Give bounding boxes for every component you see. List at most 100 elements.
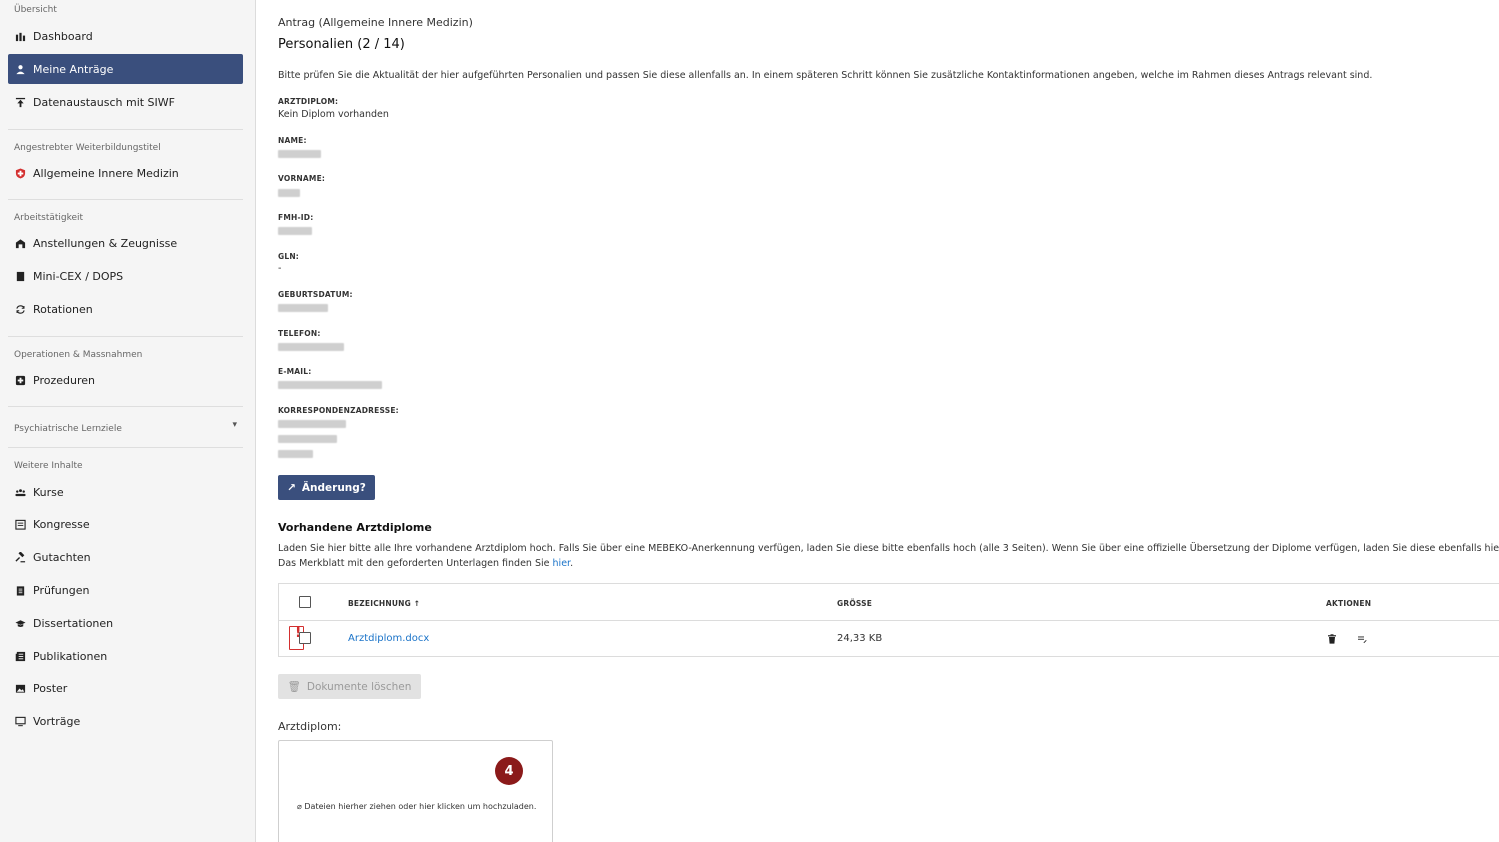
delete-documents-button[interactable]: 🗑 Dokumente löschen xyxy=(278,674,421,699)
sidebar-item-label: Poster xyxy=(33,681,68,695)
label-gln: GLN: xyxy=(278,252,300,261)
divider xyxy=(8,336,243,337)
section-label-overview: Übersicht xyxy=(14,5,57,15)
delete-documents-label: Dokumente löschen xyxy=(306,680,412,693)
sidebar-item-dissertationen[interactable]: Dissertationen xyxy=(8,608,243,638)
sidebar-item-anstellungen[interactable]: Anstellungen & Zeugnisse xyxy=(8,228,243,258)
file-size: 24,33 KB xyxy=(837,633,883,644)
redacted-vorname xyxy=(278,189,300,197)
merkblatt-link[interactable]: hier xyxy=(553,558,571,569)
edit-list-icon[interactable] xyxy=(1355,632,1369,646)
divider xyxy=(8,129,243,130)
sidebar-item-meine-antraege[interactable]: Meine Anträge xyxy=(8,54,243,84)
upload-icon xyxy=(14,96,26,108)
sidebar-item-publikationen[interactable]: Publikationen xyxy=(8,641,243,671)
label-fmh-id: FMH-ID: xyxy=(278,213,314,222)
file-dropzone[interactable]: 4 ⌀ Dateien hierher ziehen oder hier kli… xyxy=(278,740,553,842)
step-badge: 4 xyxy=(495,757,523,785)
sidebar-item-kongresse[interactable]: Kongresse xyxy=(8,509,243,539)
section-label-title: Angestrebter Weiterbildungstitel xyxy=(14,143,161,153)
sidebar-item-rotationen[interactable]: Rotationen xyxy=(8,294,243,324)
label-korrespondenzadresse: KORRESPONDENZADRESSE: xyxy=(278,406,399,415)
sidebar-item-prozeduren[interactable]: Prozeduren xyxy=(8,365,243,395)
sidebar-item-label: Vorträge xyxy=(33,714,81,728)
label-email: E-MAIL: xyxy=(278,367,312,376)
page-title: Personalien (2 / 14) xyxy=(278,37,405,52)
redacted-geburtsdatum xyxy=(278,304,328,312)
gavel-icon xyxy=(14,551,26,563)
bar-chart-icon xyxy=(14,30,26,42)
redacted-address-line xyxy=(278,420,346,428)
diplomas-text-2: Das Merkblatt mit den geforderten Unterl… xyxy=(278,558,574,569)
user-file-icon xyxy=(14,63,26,75)
diplomas-table: BEZEICHNUNG ↑ GRÖSSE AKTIONEN ! Arztdipl… xyxy=(278,583,1499,657)
newspaper-icon xyxy=(14,650,26,662)
col-header-groesse: GRÖSSE xyxy=(837,599,873,608)
sidebar-item-vortraege[interactable]: Vorträge xyxy=(8,706,243,736)
diplomas-title: Vorhandene Arztdiplome xyxy=(278,521,432,534)
section-label-ops: Operationen & Massnahmen xyxy=(14,350,143,360)
main-content: Antrag (Allgemeine Innere Medizin) Perso… xyxy=(278,0,1499,842)
redacted-address-line xyxy=(278,435,337,443)
diplomas-text-2-body: Das Merkblatt mit den geforderten Unterl… xyxy=(278,558,550,569)
label-vorname: VORNAME: xyxy=(278,174,326,183)
file-link[interactable]: Arztdiplom.docx xyxy=(348,633,429,644)
dropzone-hint-text: Dateien hierher ziehen oder hier klicken… xyxy=(304,802,537,811)
calendar-icon xyxy=(14,518,26,530)
trash-icon[interactable] xyxy=(1325,632,1339,646)
change-button[interactable]: ↗ Änderung? xyxy=(278,475,375,500)
change-button-label: Änderung? xyxy=(301,481,366,494)
sidebar-item-kurse[interactable]: Kurse xyxy=(8,477,243,507)
col-header-label: BEZEICHNUNG xyxy=(348,599,411,608)
sidebar-item-poster[interactable]: Poster xyxy=(8,673,243,703)
breadcrumb: Antrag (Allgemeine Innere Medizin) xyxy=(278,16,473,29)
col-header-bezeichnung[interactable]: BEZEICHNUNG ↑ xyxy=(348,599,420,608)
row-checkbox[interactable] xyxy=(299,632,311,644)
sidebar-item-datenaustausch[interactable]: Datenaustausch mit SIWF xyxy=(8,87,243,117)
sidebar: Übersicht Dashboard Meine Anträge Datena… xyxy=(0,0,256,842)
sidebar-item-allgemeine-innere-medizin[interactable]: Allgemeine Innere Medizin xyxy=(8,158,243,188)
section-label-work: Arbeitstätigkeit xyxy=(14,213,84,223)
redacted-telefon xyxy=(278,343,344,351)
select-all-checkbox[interactable] xyxy=(299,596,311,608)
building-icon xyxy=(14,237,26,249)
swiss-flag-icon xyxy=(14,167,26,179)
sidebar-item-gutachten[interactable]: Gutachten xyxy=(8,542,243,572)
paperclip-icon: ⌀ xyxy=(297,802,302,811)
section-psychiatrische-lernziele[interactable]: Psychiatrische Lernziele xyxy=(14,424,122,434)
label-geburtsdatum: GEBURTSDATUM: xyxy=(278,290,353,299)
sidebar-item-label: Publikationen xyxy=(33,649,108,663)
dropzone-hint: ⌀ Dateien hierher ziehen oder hier klick… xyxy=(297,802,536,811)
sidebar-item-label: Kurse xyxy=(33,485,64,499)
sidebar-item-label: Rotationen xyxy=(33,302,93,316)
col-header-aktionen: AKTIONEN xyxy=(1326,599,1372,608)
sidebar-item-label: Anstellungen & Zeugnisse xyxy=(33,236,178,250)
divider xyxy=(279,620,1499,621)
label-telefon: TELEFON: xyxy=(278,329,321,338)
clipboard-icon xyxy=(14,584,26,596)
sidebar-item-pruefungen[interactable]: Prüfungen xyxy=(8,575,243,605)
upload-label: Arztdiplom: xyxy=(278,720,342,733)
sidebar-item-dashboard[interactable]: Dashboard xyxy=(8,21,243,51)
rotate-icon xyxy=(14,303,26,315)
group-icon xyxy=(14,486,26,498)
sidebar-item-mini-cex[interactable]: Mini-CEX / DOPS xyxy=(8,261,243,291)
sidebar-item-label: Prozeduren xyxy=(33,373,95,387)
procedure-icon xyxy=(14,374,26,386)
sort-arrow-up-icon: ↑ xyxy=(413,599,421,608)
divider xyxy=(8,406,243,407)
value-gln: - xyxy=(278,263,282,274)
redacted-fmh-id xyxy=(278,227,312,235)
divider xyxy=(8,447,243,448)
divider xyxy=(8,199,243,200)
arrow-up-right-icon: ↗ xyxy=(287,481,296,494)
intro-text: Bitte prüfen Sie die Aktualität der hier… xyxy=(278,70,1373,81)
sidebar-item-label: Dashboard xyxy=(33,29,93,43)
trash-icon: 🗑 xyxy=(287,681,301,693)
sidebar-item-label: Allgemeine Innere Medizin xyxy=(33,166,179,180)
label-arztdiplom: ARZTDIPLOM: xyxy=(278,97,339,106)
sidebar-item-label: Dissertationen xyxy=(33,616,114,630)
chevron-down-icon[interactable]: ▾ xyxy=(232,420,237,430)
sidebar-item-label: Datenaustausch mit SIWF xyxy=(33,95,175,109)
redacted-email xyxy=(278,381,382,389)
